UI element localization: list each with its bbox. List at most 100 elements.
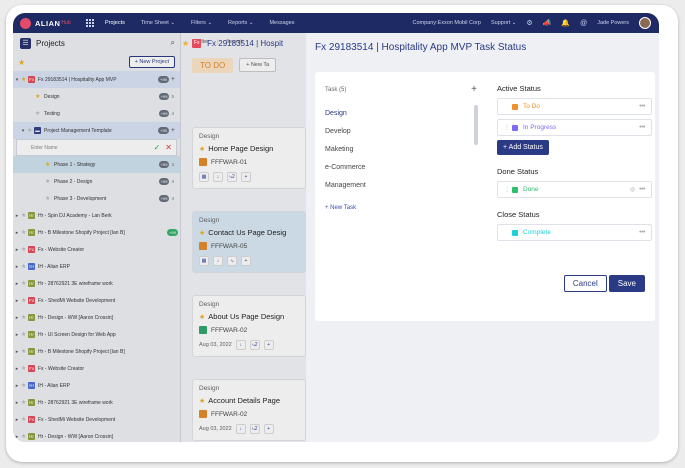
add-icon[interactable]: + — [263, 424, 274, 434]
task-list-item[interactable]: Design — [325, 105, 485, 123]
star-icon[interactable]: ★ — [199, 313, 205, 321]
subtask-icon[interactable]: ⤷ — [227, 256, 237, 266]
add-icon[interactable]: + — [263, 340, 274, 350]
more-options-icon[interactable]: ••• — [639, 124, 645, 131]
nav-filters[interactable]: Filters ⌄ — [191, 20, 212, 26]
star-icon[interactable]: ★ — [199, 145, 205, 153]
cancel-x-icon[interactable]: ✕ — [165, 143, 172, 152]
star-icon[interactable]: ★ — [45, 161, 52, 168]
sidebar-item[interactable]: ▸ ★ Hr Hr - Design - WW [Aaron Crossin] — [13, 428, 180, 442]
new-item-name-row[interactable]: Enter Name ✓ ✕ — [16, 139, 177, 156]
add-icon[interactable]: + — [241, 256, 251, 266]
calendar-icon[interactable]: ▦ — [199, 172, 209, 182]
sidebar-item[interactable]: ▸ ★ Hr Hr - B Milestone Shopify Project [Ia… — [13, 343, 180, 360]
star-icon[interactable]: ★ — [21, 314, 28, 321]
caret-right-icon[interactable]: ▸ — [13, 230, 21, 236]
sidebar-item[interactable]: ▾ ★ Fx Fx 29183514 | Hospitality App MVP +99… — [13, 71, 180, 88]
task-list-item[interactable]: Management — [325, 177, 485, 195]
status-row-complete[interactable]: Complete ••• — [497, 224, 652, 241]
star-icon[interactable]: ★ — [21, 416, 28, 423]
new-project-button[interactable]: + New Project — [128, 56, 175, 68]
sidebar-item[interactable]: ▸ ★ Fx Fx - Website Creator — [13, 241, 180, 258]
star-icon[interactable]: ★ — [45, 178, 52, 185]
sidebar-item[interactable]: ▸ ★ IH IH - Alian ERP — [13, 258, 180, 275]
sidebar-item[interactable]: ▸ ★ Fx Fx - ShedMi Website Development — [13, 411, 180, 428]
task-card[interactable]: Design ★ Home Page Design FFFWAR-01 ▦ ↓ ⤷ 2 + — [192, 127, 306, 189]
star-icon[interactable]: ★ — [21, 280, 28, 287]
sidebar-item[interactable]: ▸ ★ Hr Hr - B Milestone Shopify Project [Ia… — [13, 224, 180, 241]
nav-reports[interactable]: Reports ⌄ — [228, 20, 253, 26]
caret-right-icon[interactable]: ▸ — [13, 264, 21, 270]
caret-right-icon[interactable]: ▸ — [13, 383, 21, 389]
caret-right-icon[interactable]: ▸ — [13, 434, 21, 440]
subtask-icon[interactable]: ⤷ 2 — [249, 424, 260, 434]
priority-down-icon[interactable]: ↓ — [235, 424, 246, 434]
star-icon[interactable]: ★ — [21, 348, 28, 355]
company-selector[interactable]: Company:Exxon Mobil Corp — [412, 20, 480, 26]
task-card[interactable]: Design ★ Contact Us Page Desig FFFWAR-05 ▦ ↓ ⤷… — [192, 211, 306, 273]
star-icon[interactable]: ★ — [199, 397, 205, 405]
sidebar-item[interactable]: ★ Phase 3 - Development +99 4 — [13, 190, 180, 207]
star-icon[interactable]: ★ — [21, 246, 28, 253]
task-list-item[interactable]: Develop — [325, 123, 485, 141]
sidebar-item[interactable]: ▾ ★ ▬ Project Management Template +99 + — [13, 122, 180, 139]
caret-right-icon[interactable]: ▸ — [13, 366, 21, 372]
add-icon[interactable]: + — [241, 172, 251, 182]
star-icon[interactable]: ★ — [21, 433, 28, 440]
caret-right-icon[interactable]: ▸ — [13, 298, 21, 304]
drag-handle-icon[interactable]: ⋮⋮ — [504, 124, 516, 131]
bell-icon[interactable]: 🔔 — [561, 19, 570, 27]
star-icon[interactable]: ★ — [18, 58, 25, 67]
search-icon[interactable]: ⌕ — [171, 38, 175, 48]
item-name-input[interactable]: Enter Name — [17, 145, 154, 151]
star-icon[interactable]: ★ — [21, 297, 28, 304]
caret-right-icon[interactable]: ▸ — [13, 213, 21, 219]
caret-right-icon[interactable]: ▸ — [13, 332, 21, 338]
board-star-icon[interactable]: ★ — [182, 39, 189, 48]
star-icon[interactable]: ★ — [21, 382, 28, 389]
chevron-down-icon[interactable]: ▾ — [19, 128, 27, 134]
status-row-done[interactable]: ⋮⋮ Done ◎ ••• — [497, 181, 652, 198]
more-options-icon[interactable]: ••• — [639, 186, 645, 193]
drag-handle-icon[interactable]: ⋮⋮ — [504, 186, 516, 193]
task-card[interactable]: Design ★ About Us Page Design FFFWAR-02 Aug … — [192, 295, 306, 357]
subtask-icon[interactable]: ⤷ 2 — [227, 172, 237, 182]
task-list-item[interactable]: Maketing — [325, 141, 485, 159]
caret-right-icon[interactable]: ▸ — [13, 247, 21, 253]
at-mention-icon[interactable]: @ — [580, 20, 587, 27]
sidebar-item[interactable]: ▸ ★ Hr Hr - 28762921 3E wireframe work — [13, 394, 180, 411]
sidebar-item[interactable]: ▸ ★ Hr Hr - Spin DJ Academy - Lan Berk — [13, 207, 180, 224]
star-icon[interactable]: ★ — [35, 110, 42, 117]
star-icon[interactable]: ★ — [21, 76, 28, 83]
sidebar-item[interactable]: ★ Design +99 5 — [13, 88, 180, 105]
add-status-button[interactable]: + Add Status — [497, 140, 549, 155]
support-menu[interactable]: Support ⌄ — [491, 20, 516, 26]
sliders-icon[interactable]: ☰ — [20, 37, 31, 49]
add-item-icon[interactable]: + — [171, 127, 175, 134]
caret-right-icon[interactable]: ▸ — [13, 400, 21, 406]
gear-icon[interactable]: ⚙ — [526, 19, 532, 27]
star-icon[interactable]: ★ — [21, 263, 28, 270]
more-options-icon[interactable]: ••• — [639, 103, 645, 110]
nav-time-sheet[interactable]: Time Sheet ⌄ — [141, 20, 175, 26]
sidebar-item[interactable]: ▸ ★ Fx Fx - ShedMi Website Development — [13, 292, 180, 309]
new-task-button[interactable]: + New Ta — [239, 58, 277, 72]
star-icon[interactable]: ★ — [27, 127, 34, 134]
caret-right-icon[interactable]: ▸ — [13, 417, 21, 423]
status-row-todo[interactable]: To Do ••• — [497, 98, 652, 115]
new-task-link[interactable]: + New Task — [325, 205, 485, 211]
avatar[interactable] — [639, 17, 651, 29]
priority-down-icon[interactable]: ↓ — [213, 172, 223, 182]
star-icon[interactable]: ★ — [21, 331, 28, 338]
star-icon[interactable]: ★ — [21, 229, 28, 236]
sidebar-item[interactable]: ▸ ★ IH IH - Alian ERP — [13, 377, 180, 394]
check-circle-icon[interactable]: ◎ — [630, 186, 635, 193]
add-task-icon[interactable]: + — [471, 84, 477, 95]
add-item-icon[interactable]: + — [171, 76, 175, 83]
caret-right-icon[interactable]: ▸ — [13, 281, 21, 287]
task-list-scrollbar[interactable] — [474, 105, 478, 145]
priority-down-icon[interactable]: ↓ — [235, 340, 246, 350]
cancel-button[interactable]: Cancel — [563, 275, 607, 292]
caret-right-icon[interactable]: ▸ — [13, 315, 21, 321]
sidebar-item[interactable]: ★ Testing +99 4 — [13, 105, 180, 122]
